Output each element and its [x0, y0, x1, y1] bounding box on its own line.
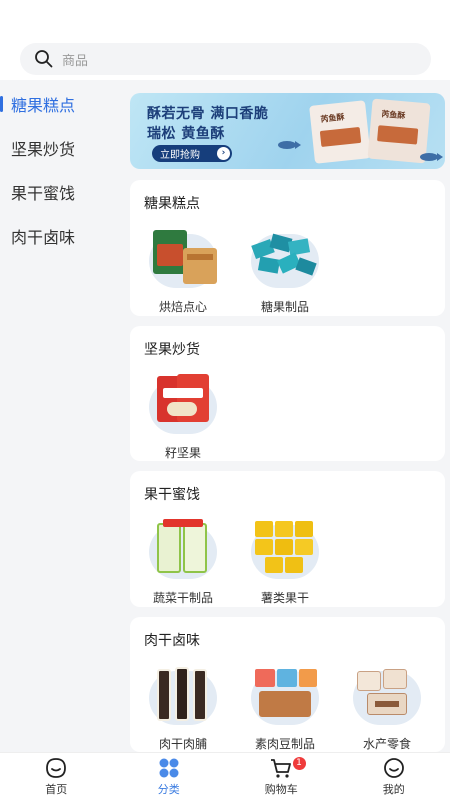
sidebar-item-candy-pastry[interactable]: 糖果糕点 [0, 82, 122, 126]
product-label: 糖果制品 [260, 300, 309, 314]
category-section: 坚果炒货 籽坚果 [130, 326, 445, 461]
search-icon [35, 50, 53, 68]
sidebar-item-nuts[interactable]: 坚果炒货 [0, 126, 122, 170]
tab-label: 购物车 [264, 783, 298, 796]
top-bar: 商品 [0, 0, 450, 80]
banner-buy-button[interactable]: 立即抢购 › [152, 145, 232, 162]
product-label: 蔬菜干制品 [152, 591, 213, 605]
sidebar-item-label: 肉干卤味 [11, 228, 76, 247]
section-title: 坚果炒货 [144, 342, 200, 358]
section-title: 肉干卤味 [144, 633, 200, 649]
tab-home[interactable]: 首页 [0, 753, 113, 800]
tab-profile[interactable]: 我的 [338, 753, 450, 800]
promo-banner[interactable]: 酥若无骨 满口香脆 瑞松 黄鱼酥 立即抢购 › 芮鱼酥 芮鱼酥 [130, 93, 445, 169]
profile-icon [383, 758, 404, 778]
section-title: 果干蜜饯 [144, 487, 200, 503]
banner-subheadline: 瑞松 黄鱼酥 [147, 126, 225, 142]
fish-decoration-icon [278, 141, 301, 149]
peanut-bag-image [143, 372, 223, 438]
product-item[interactable]: 肉干肉脯 [138, 663, 228, 752]
product-item[interactable]: 蔬菜干制品 [138, 517, 228, 606]
category-icon [159, 758, 179, 778]
sidebar-item-label: 坚果炒货 [11, 140, 76, 159]
product-label: 烘焙点心 [158, 300, 207, 314]
dried-vegetable-image [143, 517, 223, 583]
tab-cart[interactable]: 1 购物车 [225, 753, 338, 800]
tab-label: 分类 [157, 783, 180, 796]
seafood-snack-image [347, 663, 427, 729]
category-section: 肉干卤味 肉干肉脯 素肉豆制品 水产零食 [130, 617, 445, 752]
pack-label: 芮鱼酥 [320, 112, 345, 124]
category-section: 果干蜜饯 蔬菜干制品 薯类果干 [130, 471, 445, 607]
product-pack-image: 芮鱼酥 [309, 100, 371, 164]
sidebar-item-dried-fruit[interactable]: 果干蜜饯 [0, 170, 122, 214]
sweet-potato-snack-image [245, 517, 325, 583]
category-sidebar: 糖果糕点 坚果炒货 果干蜜饯 肉干卤味 [0, 80, 122, 752]
fish-decoration-icon [420, 153, 443, 161]
sidebar-item-label: 果干蜜饯 [11, 184, 76, 203]
product-item[interactable]: 糖果制品 [240, 226, 330, 315]
tab-category[interactable]: 分类 [113, 753, 226, 800]
banner-headline: 酥若无骨 满口香脆 [147, 106, 269, 122]
home-icon [46, 758, 67, 778]
product-item[interactable]: 水产零食 [342, 663, 432, 752]
product-label: 薯类果干 [260, 591, 309, 605]
product-item[interactable]: 素肉豆制品 [240, 663, 330, 752]
product-item[interactable]: 薯类果干 [240, 517, 330, 606]
search-placeholder: 商品 [62, 53, 89, 69]
product-item[interactable]: 籽坚果 [138, 372, 228, 461]
sidebar-item-jerky[interactable]: 肉干卤味 [0, 214, 122, 258]
bakery-box-image [143, 226, 223, 292]
product-label: 籽坚果 [164, 446, 201, 460]
banner-button-label: 立即抢购 [160, 150, 200, 161]
product-item[interactable]: 烘焙点心 [138, 226, 228, 315]
search-bar[interactable]: 商品 [20, 43, 431, 75]
bottom-tab-bar: 首页 分类 1 购物车 我的 [0, 752, 450, 800]
cart-icon [271, 759, 292, 778]
candy-pile-image [245, 226, 325, 292]
product-label: 水产零食 [362, 737, 411, 751]
category-content: 酥若无骨 满口香脆 瑞松 黄鱼酥 立即抢购 › 芮鱼酥 芮鱼酥 糖果糕点 烘焙点… [122, 80, 450, 752]
cart-count-badge: 1 [292, 757, 306, 770]
tab-label: 首页 [45, 783, 68, 796]
sidebar-item-label: 糖果糕点 [11, 96, 76, 115]
pack-label: 芮鱼酥 [381, 109, 406, 121]
tab-label: 我的 [382, 783, 405, 796]
section-title: 糖果糕点 [144, 196, 200, 212]
tofu-snack-image [245, 663, 325, 729]
category-section: 糖果糕点 烘焙点心 糖果制品 [130, 180, 445, 316]
arrow-right-icon: › [217, 147, 230, 160]
jerky-image [143, 663, 223, 729]
product-label: 肉干肉脯 [158, 737, 207, 751]
product-label: 素肉豆制品 [254, 737, 315, 751]
